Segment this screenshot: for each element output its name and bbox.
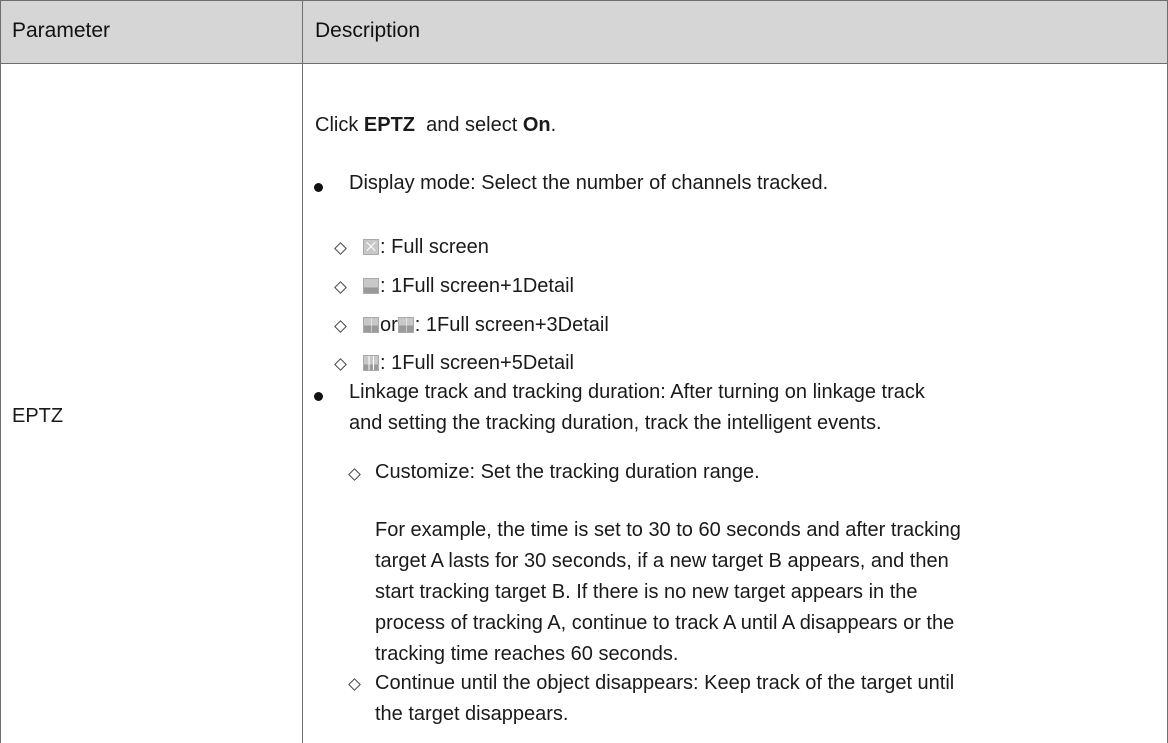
or-connector: or	[380, 314, 398, 336]
column-divider	[302, 0, 303, 743]
diamond-bullet-icon	[348, 678, 361, 691]
table-header-row: Parameter Description	[1, 0, 1167, 64]
linkage-line-1: Linkage track and tracking duration: Aft…	[349, 381, 925, 403]
option-label: : 1Full screen+3Detail	[414, 314, 609, 336]
option-label: : Full screen	[380, 236, 489, 258]
example-line-3: start tracking target B. If there is no …	[375, 581, 918, 603]
header-parameter: Parameter	[12, 19, 111, 42]
one-plus-three-icon	[363, 317, 379, 333]
customize-line: Customize: Set the tracking duration ran…	[375, 461, 760, 483]
linkage-line-2: and setting the tracking duration, track…	[349, 412, 882, 434]
example-line-1: For example, the time is set to 30 to 60…	[375, 519, 961, 541]
bullet-icon	[314, 392, 323, 401]
intro-suffix: .	[550, 114, 557, 136]
bullet-icon	[314, 183, 323, 192]
option-label: : 1Full screen+5Detail	[380, 352, 574, 374]
option-label: : 1Full screen+1Detail	[380, 275, 574, 297]
header-description: Description	[315, 19, 421, 42]
example-line-2: target A lasts for 30 seconds, if a new …	[375, 550, 949, 572]
option-1plus3: or : 1Full screen+3Detail	[363, 314, 609, 337]
parameter-table: Parameter Description EPTZ Click EPTZ an…	[0, 0, 1168, 743]
continue-line-1: Continue until the object disappears: Ke…	[375, 672, 955, 694]
diamond-bullet-icon	[334, 320, 347, 333]
intro-middle: and select	[415, 114, 523, 136]
display-mode-line: Display mode: Select the number of chann…	[349, 172, 829, 194]
one-plus-three-alt-icon	[397, 317, 414, 333]
option-1plus5: : 1Full screen+5Detail	[363, 352, 574, 375]
full-screen-icon	[363, 239, 379, 255]
option-1plus1: : 1Full screen+1Detail	[363, 275, 574, 298]
diamond-bullet-icon	[334, 242, 347, 255]
diamond-bullet-icon	[334, 358, 347, 371]
intro-line: Click EPTZ and select On.	[315, 114, 556, 137]
diamond-bullet-icon	[334, 281, 347, 294]
diamond-bullet-icon	[348, 468, 361, 481]
example-line-4: process of tracking A, continue to track…	[375, 612, 955, 634]
example-line-5: tracking time reaches 60 seconds.	[375, 643, 679, 665]
option-full-screen: : Full screen	[363, 236, 489, 259]
intro-bold-on: On	[522, 114, 551, 136]
parameter-cell-eptz: EPTZ	[12, 405, 64, 427]
intro-prefix: Click	[315, 114, 364, 136]
one-plus-five-icon	[363, 355, 379, 371]
continue-line-2: the target disappears.	[375, 703, 569, 725]
one-plus-one-icon	[363, 278, 379, 294]
intro-bold-eptz: EPTZ	[363, 114, 416, 136]
